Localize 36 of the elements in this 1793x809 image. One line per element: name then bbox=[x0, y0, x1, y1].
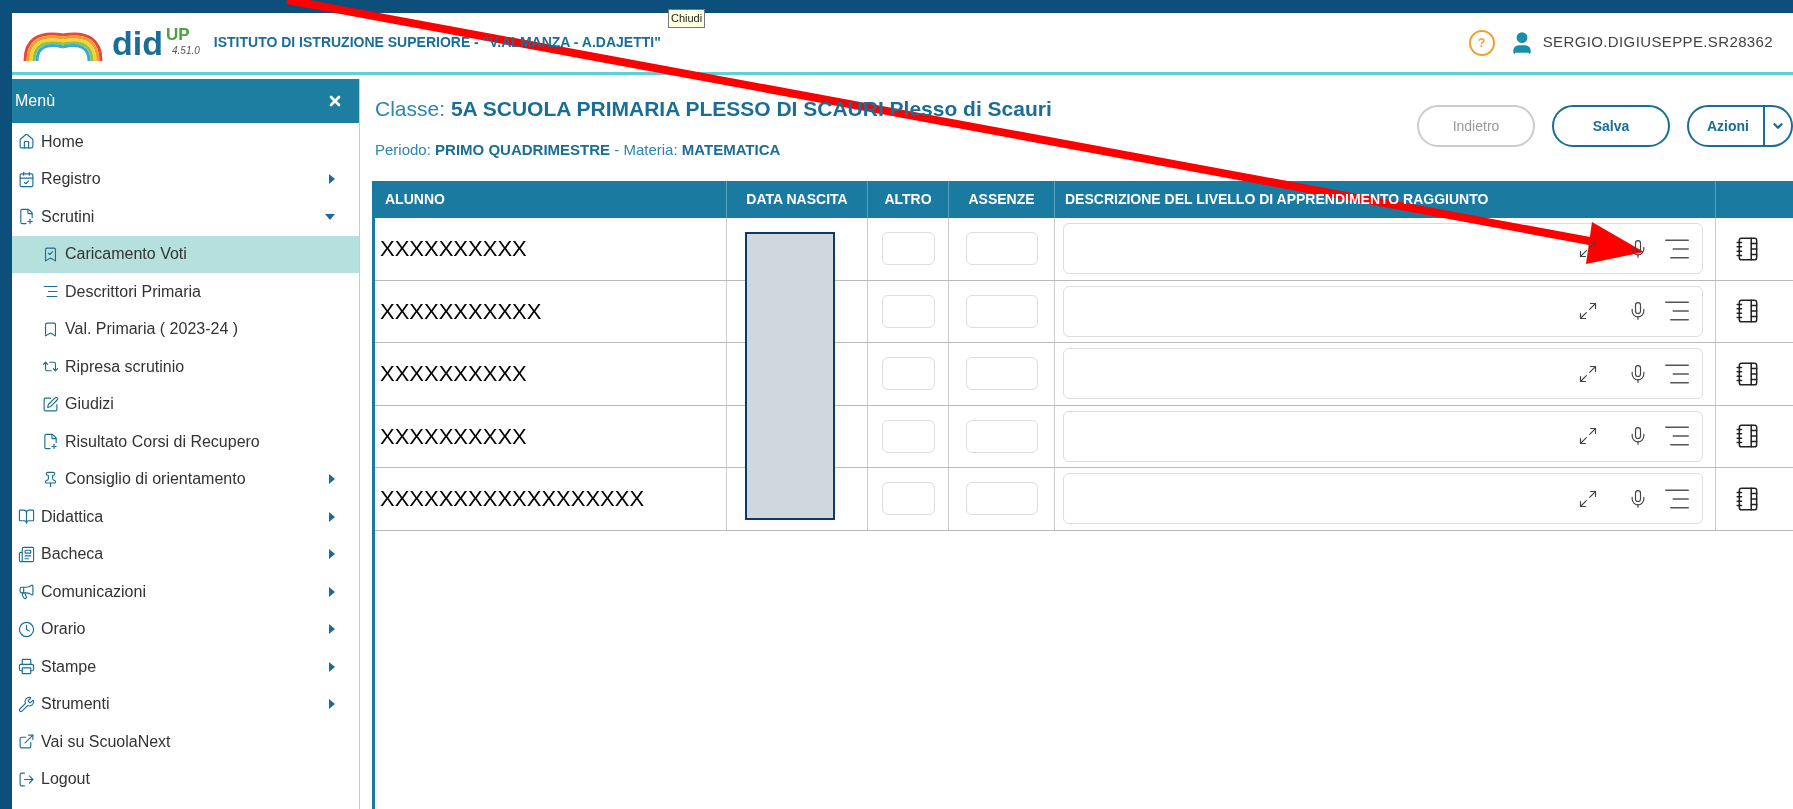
tooltip: Chiudi bbox=[668, 9, 706, 28]
action-button[interactable]: Salva bbox=[1552, 105, 1670, 147]
column-header: DATA NASCITA bbox=[727, 181, 868, 218]
table-cell: XXXXXXXXXX bbox=[375, 405, 727, 467]
menu-item[interactable]: Logout bbox=[12, 760, 359, 798]
period-subject: Periodo: PRIMO QUADRIMESTRE - Materia: MATEMATICA bbox=[375, 139, 782, 160]
menu-item[interactable]: Strumenti bbox=[12, 685, 359, 723]
table-cell: XXXXXXXXXXX bbox=[375, 280, 727, 342]
menu-item[interactable]: Consiglio di orientamento bbox=[12, 460, 359, 498]
menu-item[interactable]: Home bbox=[12, 123, 359, 161]
menu-item[interactable]: Comunicazioni bbox=[12, 573, 359, 611]
menu-item[interactable]: Bacheca bbox=[12, 535, 359, 573]
logo-text: did bbox=[112, 25, 163, 60]
column-header: ALUNNO bbox=[375, 181, 727, 218]
sidebar-title: Menù bbox=[15, 91, 56, 111]
menu-item[interactable]: Didattica bbox=[12, 498, 359, 536]
column-header: ASSENZE bbox=[949, 181, 1055, 218]
menu-item[interactable]: Risultato Corsi di Recupero bbox=[12, 423, 359, 461]
version-label: 4.51.0 bbox=[172, 45, 200, 56]
table-cell: XXXXXXXXXX bbox=[375, 343, 727, 405]
menu-item[interactable]: Scrutini bbox=[12, 198, 359, 236]
table-cell: XXXXXXXXXXXXXXXXXX bbox=[375, 468, 727, 530]
menu-item[interactable]: Registro bbox=[12, 160, 359, 198]
user-name[interactable]: SERGIO.DIGIUSEPPE.SR28362 bbox=[1542, 31, 1773, 54]
menu-item[interactable]: Descrittori Primaria bbox=[12, 273, 359, 311]
menu-item[interactable]: Orario bbox=[12, 610, 359, 648]
menu-item[interactable]: Giudizi bbox=[12, 385, 359, 423]
menu-item[interactable]: Stampe bbox=[12, 648, 359, 686]
menu-item[interactable]: Vai su ScuolaNext bbox=[12, 723, 359, 761]
column-header: ALTRO bbox=[868, 181, 949, 218]
dropdown-button[interactable]: Azioni bbox=[1687, 105, 1793, 147]
logo-superscript: UP bbox=[166, 25, 191, 43]
menu-item[interactable]: Ripresa scrutinio bbox=[12, 348, 359, 386]
table-cell: XXXXXXXXXX bbox=[375, 218, 727, 280]
menu-item[interactable]: Val. Primaria ( 2023-24 ) bbox=[12, 310, 359, 348]
menu-item[interactable]: Caricamento Voti bbox=[12, 235, 359, 273]
